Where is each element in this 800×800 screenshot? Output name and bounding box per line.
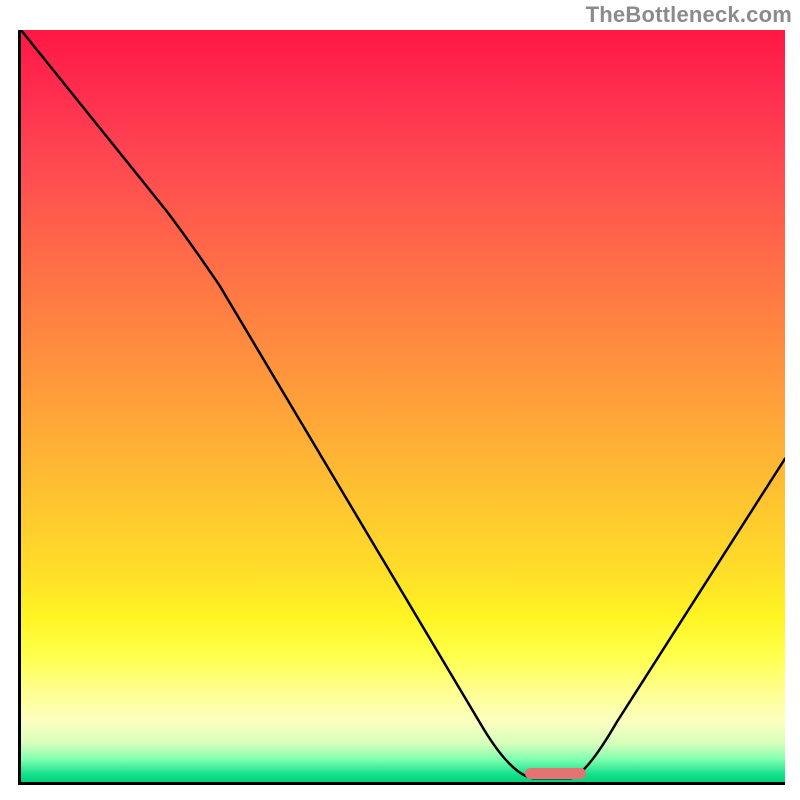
optimal-zone-marker xyxy=(525,768,586,779)
bottleneck-curve xyxy=(21,30,785,782)
plot-area xyxy=(18,30,785,785)
attribution-text: TheBottleneck.com xyxy=(586,2,792,28)
chart-canvas: TheBottleneck.com xyxy=(0,0,800,800)
